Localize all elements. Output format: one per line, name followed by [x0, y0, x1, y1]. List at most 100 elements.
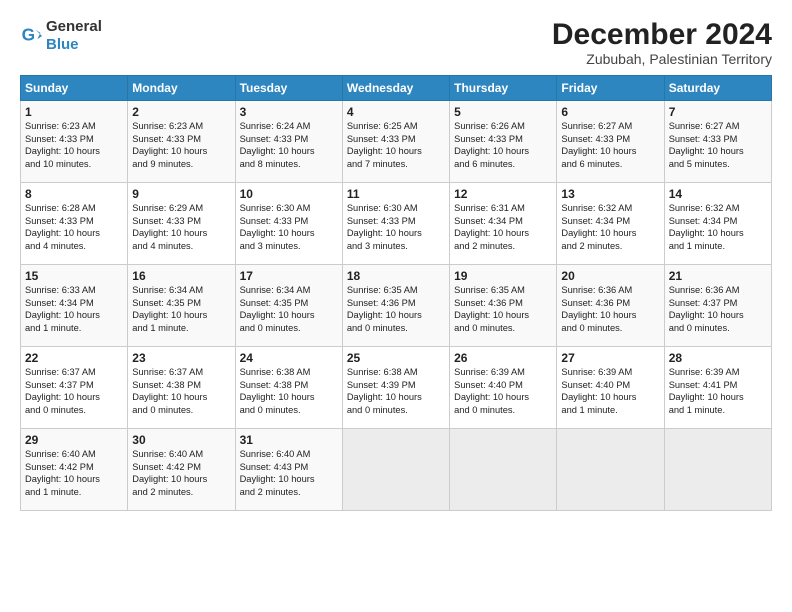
day-cell: 29Sunrise: 6:40 AMSunset: 4:42 PMDayligh… — [21, 429, 128, 511]
day-number: 26 — [454, 351, 552, 365]
week-row-2: 8Sunrise: 6:28 AMSunset: 4:33 PMDaylight… — [21, 183, 772, 265]
day-number: 8 — [25, 187, 123, 201]
day-info: Sunrise: 6:40 AMSunset: 4:42 PMDaylight:… — [25, 448, 123, 498]
day-cell: 22Sunrise: 6:37 AMSunset: 4:37 PMDayligh… — [21, 347, 128, 429]
day-number: 18 — [347, 269, 445, 283]
day-info: Sunrise: 6:25 AMSunset: 4:33 PMDaylight:… — [347, 120, 445, 170]
day-cell: 16Sunrise: 6:34 AMSunset: 4:35 PMDayligh… — [128, 265, 235, 347]
logo-wordmark: General Blue — [46, 18, 102, 54]
day-number: 12 — [454, 187, 552, 201]
day-info: Sunrise: 6:28 AMSunset: 4:33 PMDaylight:… — [25, 202, 123, 252]
week-row-3: 15Sunrise: 6:33 AMSunset: 4:34 PMDayligh… — [21, 265, 772, 347]
day-cell: 15Sunrise: 6:33 AMSunset: 4:34 PMDayligh… — [21, 265, 128, 347]
day-info: Sunrise: 6:36 AMSunset: 4:37 PMDaylight:… — [669, 284, 767, 334]
logo-blue: Blue — [46, 36, 79, 53]
day-cell: 18Sunrise: 6:35 AMSunset: 4:36 PMDayligh… — [342, 265, 449, 347]
day-number: 10 — [240, 187, 338, 201]
header: G General Blue December 2024 Zububah, Pa… — [20, 18, 772, 67]
day-info: Sunrise: 6:29 AMSunset: 4:33 PMDaylight:… — [132, 202, 230, 252]
day-info: Sunrise: 6:40 AMSunset: 4:43 PMDaylight:… — [240, 448, 338, 498]
day-cell: 3Sunrise: 6:24 AMSunset: 4:33 PMDaylight… — [235, 101, 342, 183]
day-number: 25 — [347, 351, 445, 365]
day-info: Sunrise: 6:31 AMSunset: 4:34 PMDaylight:… — [454, 202, 552, 252]
day-info: Sunrise: 6:30 AMSunset: 4:33 PMDaylight:… — [347, 202, 445, 252]
month-title: December 2024 — [552, 18, 772, 51]
day-info: Sunrise: 6:26 AMSunset: 4:33 PMDaylight:… — [454, 120, 552, 170]
svg-text:G: G — [22, 25, 35, 45]
day-number: 15 — [25, 269, 123, 283]
day-info: Sunrise: 6:39 AMSunset: 4:40 PMDaylight:… — [454, 366, 552, 416]
col-header-tuesday: Tuesday — [235, 76, 342, 101]
day-cell: 10Sunrise: 6:30 AMSunset: 4:33 PMDayligh… — [235, 183, 342, 265]
day-cell: 24Sunrise: 6:38 AMSunset: 4:38 PMDayligh… — [235, 347, 342, 429]
day-cell — [342, 429, 449, 511]
day-number: 22 — [25, 351, 123, 365]
day-number: 31 — [240, 433, 338, 447]
col-header-friday: Friday — [557, 76, 664, 101]
logo-icon: G — [20, 25, 42, 47]
week-row-5: 29Sunrise: 6:40 AMSunset: 4:42 PMDayligh… — [21, 429, 772, 511]
day-number: 29 — [25, 433, 123, 447]
day-cell: 9Sunrise: 6:29 AMSunset: 4:33 PMDaylight… — [128, 183, 235, 265]
day-info: Sunrise: 6:34 AMSunset: 4:35 PMDaylight:… — [240, 284, 338, 334]
day-cell: 26Sunrise: 6:39 AMSunset: 4:40 PMDayligh… — [450, 347, 557, 429]
day-cell: 6Sunrise: 6:27 AMSunset: 4:33 PMDaylight… — [557, 101, 664, 183]
day-cell — [664, 429, 771, 511]
day-number: 21 — [669, 269, 767, 283]
day-info: Sunrise: 6:37 AMSunset: 4:37 PMDaylight:… — [25, 366, 123, 416]
day-cell: 8Sunrise: 6:28 AMSunset: 4:33 PMDaylight… — [21, 183, 128, 265]
day-cell: 28Sunrise: 6:39 AMSunset: 4:41 PMDayligh… — [664, 347, 771, 429]
day-cell: 4Sunrise: 6:25 AMSunset: 4:33 PMDaylight… — [342, 101, 449, 183]
day-cell: 14Sunrise: 6:32 AMSunset: 4:34 PMDayligh… — [664, 183, 771, 265]
day-number: 13 — [561, 187, 659, 201]
col-header-monday: Monday — [128, 76, 235, 101]
day-cell — [557, 429, 664, 511]
day-number: 6 — [561, 105, 659, 119]
day-info: Sunrise: 6:39 AMSunset: 4:40 PMDaylight:… — [561, 366, 659, 416]
day-info: Sunrise: 6:23 AMSunset: 4:33 PMDaylight:… — [132, 120, 230, 170]
day-cell: 1Sunrise: 6:23 AMSunset: 4:33 PMDaylight… — [21, 101, 128, 183]
day-cell: 2Sunrise: 6:23 AMSunset: 4:33 PMDaylight… — [128, 101, 235, 183]
day-number: 17 — [240, 269, 338, 283]
day-info: Sunrise: 6:35 AMSunset: 4:36 PMDaylight:… — [454, 284, 552, 334]
day-info: Sunrise: 6:32 AMSunset: 4:34 PMDaylight:… — [669, 202, 767, 252]
day-number: 30 — [132, 433, 230, 447]
day-cell: 31Sunrise: 6:40 AMSunset: 4:43 PMDayligh… — [235, 429, 342, 511]
logo: G General Blue — [20, 18, 102, 54]
day-info: Sunrise: 6:30 AMSunset: 4:33 PMDaylight:… — [240, 202, 338, 252]
day-cell: 11Sunrise: 6:30 AMSunset: 4:33 PMDayligh… — [342, 183, 449, 265]
day-info: Sunrise: 6:34 AMSunset: 4:35 PMDaylight:… — [132, 284, 230, 334]
day-info: Sunrise: 6:23 AMSunset: 4:33 PMDaylight:… — [25, 120, 123, 170]
week-row-4: 22Sunrise: 6:37 AMSunset: 4:37 PMDayligh… — [21, 347, 772, 429]
day-number: 19 — [454, 269, 552, 283]
day-cell: 5Sunrise: 6:26 AMSunset: 4:33 PMDaylight… — [450, 101, 557, 183]
day-cell: 27Sunrise: 6:39 AMSunset: 4:40 PMDayligh… — [557, 347, 664, 429]
col-header-wednesday: Wednesday — [342, 76, 449, 101]
day-number: 5 — [454, 105, 552, 119]
location-title: Zububah, Palestinian Territory — [552, 51, 772, 67]
day-number: 1 — [25, 105, 123, 119]
day-cell: 12Sunrise: 6:31 AMSunset: 4:34 PMDayligh… — [450, 183, 557, 265]
day-number: 16 — [132, 269, 230, 283]
day-number: 14 — [669, 187, 767, 201]
day-number: 11 — [347, 187, 445, 201]
day-number: 4 — [347, 105, 445, 119]
day-cell — [450, 429, 557, 511]
page: G General Blue December 2024 Zububah, Pa… — [0, 0, 792, 612]
day-info: Sunrise: 6:27 AMSunset: 4:33 PMDaylight:… — [669, 120, 767, 170]
day-info: Sunrise: 6:24 AMSunset: 4:33 PMDaylight:… — [240, 120, 338, 170]
day-info: Sunrise: 6:35 AMSunset: 4:36 PMDaylight:… — [347, 284, 445, 334]
col-header-sunday: Sunday — [21, 76, 128, 101]
day-info: Sunrise: 6:36 AMSunset: 4:36 PMDaylight:… — [561, 284, 659, 334]
day-info: Sunrise: 6:38 AMSunset: 4:39 PMDaylight:… — [347, 366, 445, 416]
day-cell: 25Sunrise: 6:38 AMSunset: 4:39 PMDayligh… — [342, 347, 449, 429]
day-cell: 23Sunrise: 6:37 AMSunset: 4:38 PMDayligh… — [128, 347, 235, 429]
day-info: Sunrise: 6:32 AMSunset: 4:34 PMDaylight:… — [561, 202, 659, 252]
day-number: 28 — [669, 351, 767, 365]
logo-general: General — [46, 18, 102, 35]
day-info: Sunrise: 6:33 AMSunset: 4:34 PMDaylight:… — [25, 284, 123, 334]
day-number: 7 — [669, 105, 767, 119]
day-number: 20 — [561, 269, 659, 283]
day-number: 2 — [132, 105, 230, 119]
day-number: 3 — [240, 105, 338, 119]
